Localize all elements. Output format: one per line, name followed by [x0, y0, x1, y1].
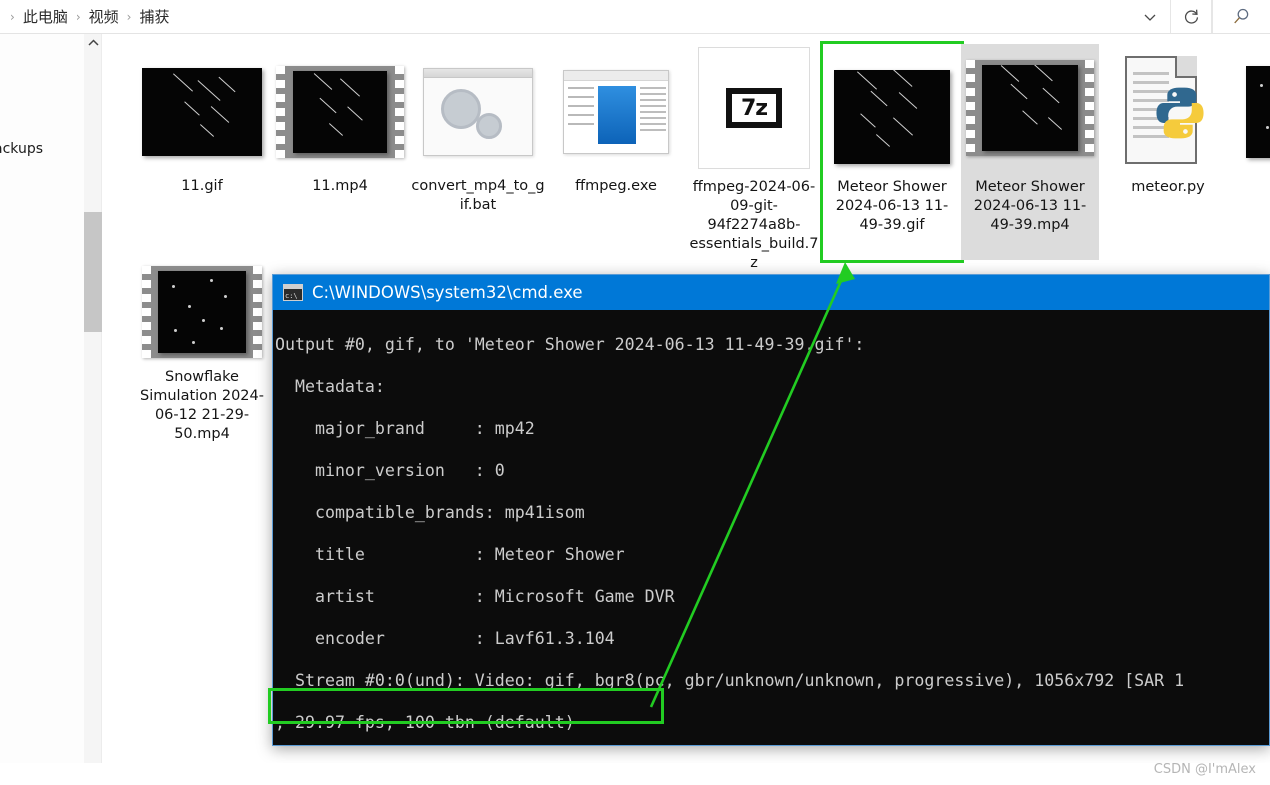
search-icon	[1233, 8, 1248, 23]
file-name-label: o	[1237, 177, 1270, 200]
watermark-label: CSDN @I'mAlex	[1153, 762, 1256, 777]
file-name-label: Meteor Shower 2024-06-13 11-49-39.mp4	[973, 179, 1087, 233]
file-name-label: convert_mp4_to_gif.bat	[411, 178, 545, 213]
address-bar: › 此电脑 › 视频 › 捕获	[0, 0, 1270, 33]
chevron-down-icon[interactable]	[1130, 0, 1170, 33]
video-film-thumbnail-meteor	[961, 44, 1099, 172]
file-name-label: 11.mp4	[312, 178, 368, 194]
breadcrumb-separator-1: ›	[75, 9, 81, 24]
breadcrumb[interactable]: › 此电脑 › 视频 › 捕获	[0, 0, 1130, 33]
python-logo-icon	[1156, 87, 1204, 139]
cmd-title-label: C:\WINDOWS\system32\cmd.exe	[312, 283, 583, 302]
file-name-label: Meteor Shower 2024-06-13 11-49-39.gif	[835, 179, 949, 233]
gif-thumbnail-meteor	[823, 44, 961, 172]
sevenzip-archive-icon: 7z	[685, 44, 823, 172]
console-output[interactable]: Output #0, gif, to 'Meteor Shower 2024-0…	[273, 310, 1269, 745]
console-line: , 29.97 fps, 100 tbn (default)	[275, 713, 575, 732]
file-item-11-mp4[interactable]: 11.mp4	[271, 53, 409, 200]
console-line: Stream #0:0(und): Video: gif, bgr8(pc, g…	[275, 671, 1185, 690]
console-line: compatible_brands: mp41isom	[275, 503, 585, 522]
executable-window-icon	[547, 53, 685, 171]
breadcrumb-separator-0: ›	[10, 9, 15, 24]
cmd-console-icon: c:\	[283, 284, 303, 301]
file-item-ffmpeg-archive[interactable]: 7z ffmpeg-2024-06-09-git-94f2274a8b-esse…	[685, 44, 823, 277]
file-item-meteor-shower-gif[interactable]: Meteor Shower 2024-06-13 11-49-39.gif	[820, 41, 964, 263]
search-input[interactable]	[1212, 0, 1270, 33]
command-prompt-window[interactable]: c:\ C:\WINDOWS\system32\cmd.exe Output #…	[272, 274, 1270, 746]
file-name-label: ffmpeg-2024-06-09-git-94f2274a8b-essenti…	[689, 179, 819, 271]
file-item-meteor-shower-mp4[interactable]: Meteor Shower 2024-06-13 11-49-39.mp4	[961, 44, 1099, 260]
console-line: title : Meteor Shower	[275, 545, 625, 564]
file-name-label: ffmpeg.exe	[575, 178, 657, 194]
console-line: encoder : Lavf61.3.104	[275, 629, 615, 648]
gif-thumbnail-meteor	[1237, 53, 1270, 171]
file-item-snowflake-mp4[interactable]: Snowflake Simulation 2024-06-12 21-29-50…	[133, 262, 271, 448]
navigation-scrollbar[interactable]	[84, 34, 102, 785]
navigation-pane[interactable]: dgeBackups	[0, 34, 84, 785]
console-line: artist : Microsoft Game DVR	[275, 587, 675, 606]
breadcrumb-item-0[interactable]: 此电脑	[21, 4, 70, 29]
breadcrumb-item-1[interactable]: 视频	[87, 4, 121, 29]
file-item-clipped-right[interactable]: o	[1237, 53, 1270, 200]
file-item-convert-bat[interactable]: convert_mp4_to_gif.bat	[409, 53, 547, 219]
python-file-icon	[1099, 48, 1237, 172]
gif-thumbnail-meteor	[133, 53, 271, 171]
file-item-ffmpeg-exe[interactable]: ffmpeg.exe	[547, 53, 685, 200]
nav-item-edgebackups[interactable]: dgeBackups	[0, 141, 43, 157]
video-film-thumbnail-meteor	[271, 53, 409, 171]
refresh-icon[interactable]	[1171, 0, 1211, 33]
breadcrumb-separator-2: ›	[126, 9, 132, 24]
console-line: major_brand : mp42	[275, 419, 535, 438]
console-line: minor_version : 0	[275, 461, 505, 480]
scroll-up-arrow-icon[interactable]	[84, 34, 102, 52]
console-line: Metadata:	[275, 377, 385, 396]
bottom-strip	[0, 763, 1270, 785]
file-name-label: Snowflake Simulation 2024-06-12 21-29-50…	[140, 369, 264, 442]
video-film-thumbnail-snowflake	[133, 262, 271, 362]
file-item-11-gif[interactable]: 11.gif	[133, 53, 271, 200]
cmd-title-bar[interactable]: c:\ C:\WINDOWS\system32\cmd.exe	[273, 275, 1269, 310]
file-item-meteor-py[interactable]: meteor.py	[1099, 48, 1237, 201]
bat-script-gears-icon	[409, 53, 547, 171]
console-line: Output #0, gif, to 'Meteor Shower 2024-0…	[275, 335, 865, 354]
file-name-label: 11.gif	[181, 178, 223, 194]
file-name-label: meteor.py	[1131, 179, 1205, 195]
breadcrumb-item-2[interactable]: 捕获	[137, 4, 171, 29]
scrollbar-thumb[interactable]	[84, 212, 102, 332]
